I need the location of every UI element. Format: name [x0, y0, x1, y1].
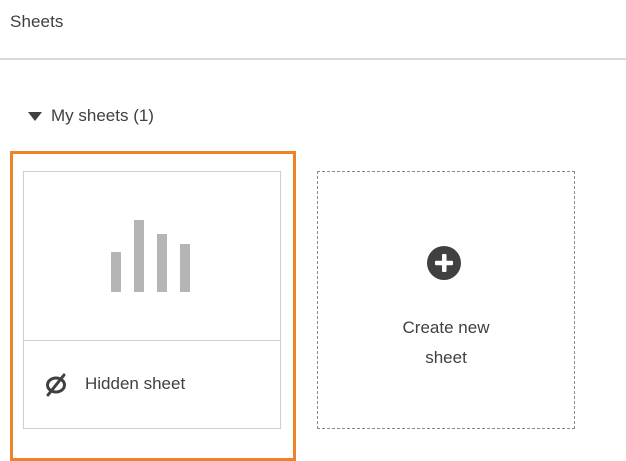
sheet-status-label: Hidden sheet — [85, 374, 186, 393]
sheet-card[interactable]: Hidden sheet — [23, 171, 281, 429]
sheet-card-footer: Hidden sheet — [24, 341, 280, 428]
caret-down-icon — [28, 112, 42, 121]
plus-circle-icon — [427, 246, 461, 280]
create-new-sheet-label: Create new sheet — [402, 318, 490, 367]
thumbnail-bar — [157, 234, 167, 292]
create-new-sheet-button[interactable]: Create new sheet — [317, 171, 575, 429]
page-title: Sheets — [10, 12, 64, 31]
sheet-thumbnail — [24, 172, 280, 341]
my-sheets-section-toggle[interactable]: My sheets (1) — [28, 104, 154, 128]
thumbnail-bar — [134, 220, 144, 292]
section-label: My sheets (1) — [51, 106, 154, 125]
thumbnail-bar — [180, 244, 190, 292]
sheets-header: Sheets — [0, 0, 626, 60]
thumbnail-bar — [111, 252, 121, 292]
eye-slash-icon — [46, 373, 66, 397]
